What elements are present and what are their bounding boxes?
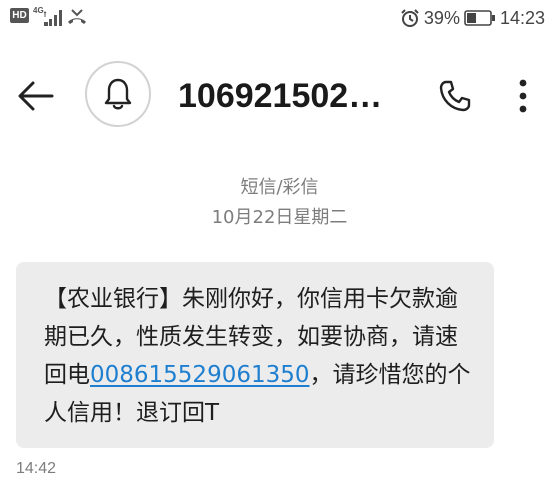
right-status-group: 39% 14:23 [400, 6, 545, 30]
avatar[interactable] [85, 61, 151, 127]
message-type-label: 短信/彩信 [240, 177, 319, 198]
status-bar: HD 4G 39% 14:23 [0, 0, 559, 40]
signal-icon: 4G [33, 6, 63, 28]
more-options-button[interactable] [511, 74, 535, 118]
more-vertical-icon [519, 79, 527, 113]
back-button[interactable] [16, 78, 56, 114]
battery-percent: 39% [423, 7, 460, 28]
conversation-header: 1069215020… [0, 58, 559, 134]
message-bubble[interactable]: 【农业银行】朱刚你好，你信用卡欠款逾期已久，性质发生转变，如要协商，请速回电00… [16, 262, 494, 448]
status-time: 14:23 [499, 7, 545, 28]
phone-number-link[interactable]: 008615529061350 [90, 362, 310, 388]
missed-call-icon [68, 9, 86, 24]
phone-icon [439, 80, 471, 112]
message-body: 【农业银行】朱刚你好，你信用卡欠款逾期已久，性质发生转变，如要协商，请速回电00… [44, 280, 480, 432]
network-type-label: 4G [33, 6, 44, 15]
bell-icon [104, 78, 132, 110]
message-timestamp: 14:42 [16, 460, 57, 477]
back-arrow-icon [18, 81, 54, 111]
call-button[interactable] [433, 76, 477, 116]
contact-number[interactable]: 1069215020… [178, 76, 392, 116]
hd-icon: HD [10, 8, 29, 23]
battery-icon [464, 10, 495, 26]
alarm-icon [401, 9, 419, 27]
date-separator: 10月22日星期二 [211, 207, 348, 228]
